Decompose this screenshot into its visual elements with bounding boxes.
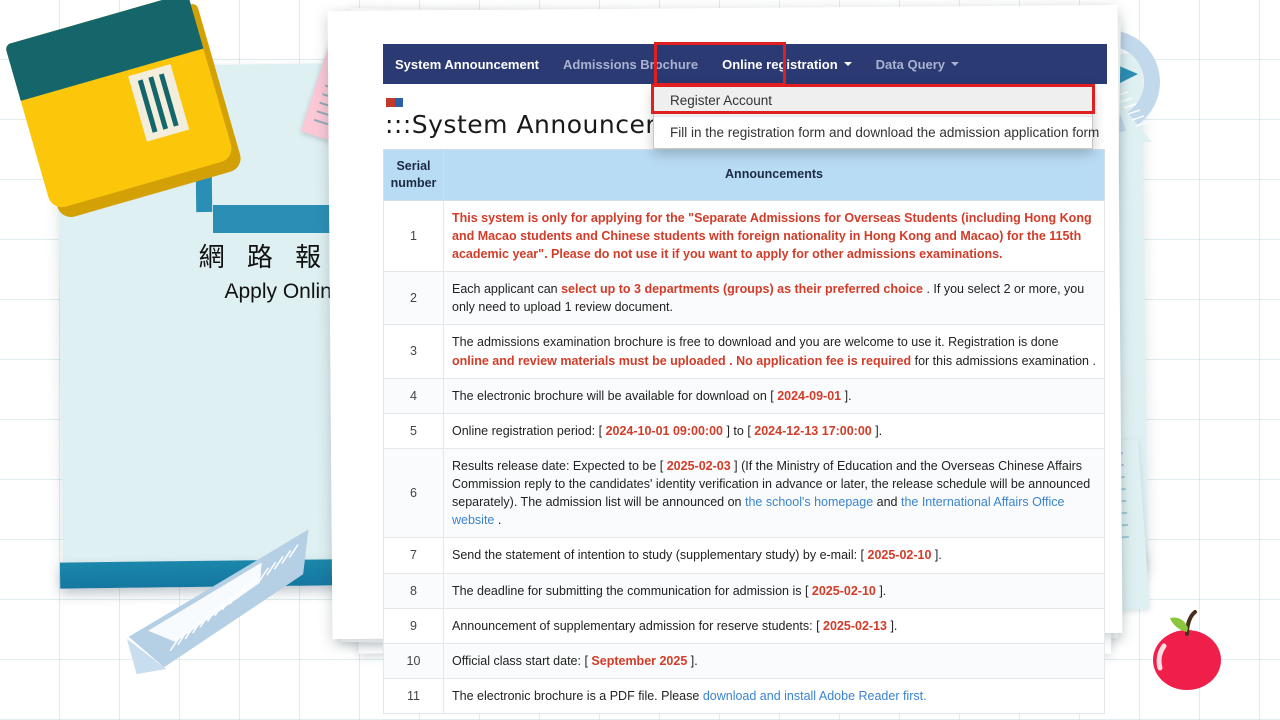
- cell-announcement-text: The admissions examination brochure is f…: [443, 324, 1105, 379]
- body-text: ] to [: [723, 423, 755, 438]
- cell-serial-number: 1: [383, 199, 444, 273]
- cell-announcement-text: Each applicant can select up to 3 depart…: [443, 271, 1105, 326]
- inline-link[interactable]: the school's homepage: [745, 495, 873, 509]
- protractor-icon: [1108, 22, 1198, 142]
- cell-announcement-text: Send the statement of intention to study…: [443, 537, 1105, 574]
- table-row: 7 Send the statement of intention to stud…: [383, 537, 1105, 574]
- body-text: Online registration period: [: [452, 423, 606, 438]
- body-text: ].: [871, 423, 883, 438]
- column-header-serial-number: Serial number: [383, 149, 444, 201]
- announcements-table: Serial number Announcements 1 This system…: [383, 149, 1105, 715]
- table-row: 6 Results release date: Expected to be [ …: [383, 447, 1105, 539]
- cell-announcement-text: The electronic brochure will be availabl…: [443, 377, 1105, 414]
- nav-label: Admissions Brochure: [563, 56, 699, 72]
- menu-item-fill-registration-form[interactable]: Fill in the registration form and downlo…: [654, 116, 1099, 148]
- nav-label: System Announcement: [395, 56, 539, 72]
- inline-link[interactable]: download and install Adobe Reader first.: [703, 689, 927, 703]
- screen-root: 網 路 報 名 Apply Online System Announcement…: [0, 0, 1280, 720]
- emphasis-text: 2024-12-13 17:00:00: [754, 423, 872, 438]
- main-navigation: System Announcement Admissions Brochure …: [383, 44, 1107, 84]
- cell-announcement-text: This system is only for applying for the…: [443, 199, 1105, 273]
- cell-serial-number: 8: [383, 572, 444, 609]
- emphasis-text: September 2025: [591, 653, 688, 668]
- table-row: 3 The admissions examination brochure is …: [383, 324, 1105, 379]
- browser-app-window: System Announcement Admissions Brochure …: [383, 42, 1107, 715]
- page-content: :::System Announceme Serial number Annou…: [383, 84, 1107, 715]
- body-text: ].: [875, 583, 887, 598]
- cell-announcement-text: Announcement of supplementary admission …: [443, 607, 1105, 644]
- emphasis-text: 2025-02-10: [811, 583, 876, 598]
- body-text: ].: [841, 388, 852, 403]
- cell-serial-number: 2: [383, 271, 444, 326]
- table-row: 1 This system is only for applying for th…: [383, 199, 1105, 273]
- body-text: The electronic brochure is a PDF file. P…: [452, 688, 703, 703]
- body-text: ].: [931, 548, 942, 563]
- body-text: Send the statement of intention to study…: [452, 548, 868, 563]
- cell-serial-number: 7: [383, 537, 444, 574]
- table-row: 2 Each applicant can select up to 3 depar…: [383, 271, 1105, 326]
- cell-serial-number: 10: [383, 642, 444, 679]
- cell-serial-number: 11: [383, 677, 444, 715]
- cell-serial-number: 6: [383, 447, 444, 539]
- emphasis-text: online and review materials must be uplo…: [452, 353, 912, 368]
- emphasis-text: 2025-02-03: [666, 458, 731, 473]
- table-header-row: Serial number Announcements: [383, 149, 1105, 201]
- book-label: [128, 64, 190, 142]
- table-header: Serial number Announcements: [383, 149, 1105, 201]
- nav-item-data-query[interactable]: Data Query: [864, 44, 971, 84]
- table-row: 8 The deadline for submitting the communi…: [383, 572, 1105, 609]
- menu-item-label: Fill in the registration form and downlo…: [670, 125, 1100, 140]
- triangle-ruler-icon: [113, 523, 366, 687]
- cell-serial-number: 3: [383, 324, 444, 379]
- body-text: The electronic brochure will be availabl…: [452, 388, 778, 403]
- body-text: The deadline for submitting the communic…: [452, 583, 812, 598]
- table-row: 11 The electronic brochure is a PDF file.…: [383, 677, 1105, 715]
- emphasis-text: select up to 3 departments (groups) as t…: [561, 282, 924, 297]
- body-text: .: [494, 513, 502, 528]
- cell-announcement-text: The deadline for submitting the communic…: [443, 572, 1105, 609]
- section-marker-icon: [386, 98, 403, 107]
- table-row: 5 Online registration period: [ 2024-10-0…: [383, 412, 1105, 449]
- online-registration-dropdown: Register Account Fill in the registratio…: [653, 84, 1099, 149]
- table-row: 10 Official class start date: [ September…: [383, 642, 1105, 679]
- nav-item-system-announcement[interactable]: System Announcement: [383, 44, 551, 84]
- body-text: Official class start date: [: [452, 653, 592, 668]
- menu-item-register-account[interactable]: Register Account: [654, 85, 1092, 116]
- cell-announcement-text: Online registration period: [ 2024-10-01…: [443, 412, 1105, 449]
- table-row: 4 The electronic brochure will be availab…: [383, 377, 1105, 414]
- chevron-down-icon: [843, 62, 852, 66]
- body-text: Announcement of supplementary admission …: [452, 618, 824, 633]
- nav-label: Data Query: [875, 56, 946, 72]
- emphasis-text: 2024-10-01 09:00:00: [605, 423, 724, 438]
- emphasis-text: 2025-02-13: [823, 618, 887, 633]
- menu-item-label: Register Account: [670, 93, 773, 108]
- emphasis-text: This system is only for applying for the…: [452, 210, 1092, 261]
- cell-announcement-text: The electronic brochure is a PDF file. P…: [443, 677, 1105, 715]
- apple-icon: [1146, 608, 1228, 694]
- nav-item-admissions-brochure[interactable]: Admissions Brochure: [551, 44, 710, 84]
- table-row: 9 Announcement of supplementary admission…: [383, 607, 1105, 644]
- nav-item-online-registration[interactable]: Online registration: [710, 44, 864, 84]
- cell-serial-number: 5: [383, 412, 444, 449]
- cell-announcement-text: Results release date: Expected to be [ 2…: [443, 447, 1105, 539]
- body-text: for this admissions examination .: [911, 353, 1096, 368]
- body-text: ].: [886, 618, 898, 633]
- body-text: The admissions examination brochure is f…: [452, 335, 1059, 350]
- body-text: Each applicant can: [452, 282, 562, 297]
- table-body: 1 This system is only for applying for th…: [383, 199, 1105, 715]
- body-text: and: [873, 495, 901, 510]
- cell-announcement-text: Official class start date: [ September 2…: [443, 642, 1105, 679]
- column-header-announcements: Announcements: [443, 149, 1105, 201]
- emphasis-text: 2025-02-10: [867, 548, 932, 563]
- emphasis-text: 2024-09-01: [777, 388, 842, 403]
- body-text: ].: [687, 653, 698, 668]
- cell-serial-number: 9: [383, 607, 444, 644]
- body-text: Results release date: Expected to be [: [452, 458, 667, 473]
- cell-serial-number: 4: [383, 377, 444, 414]
- nav-label: Online registration: [722, 56, 838, 72]
- chevron-down-icon: [951, 62, 960, 66]
